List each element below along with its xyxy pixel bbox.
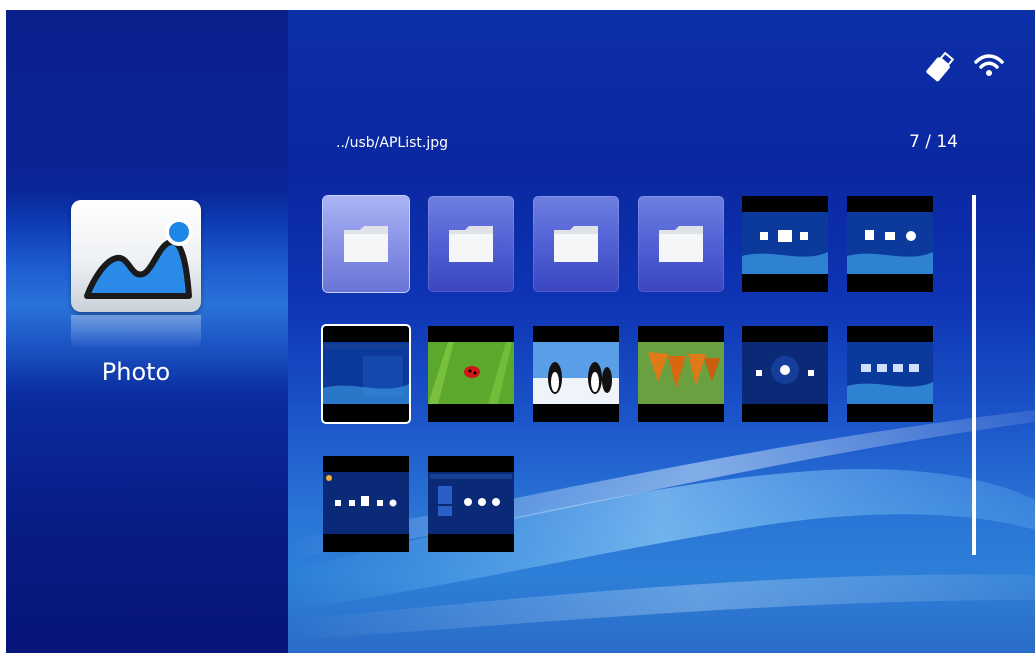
folder-icon — [554, 226, 598, 262]
folder-icon — [449, 226, 493, 262]
folder-tile[interactable] — [428, 196, 514, 292]
wifi-icon — [974, 54, 1004, 76]
image-thumbnail-selected[interactable] — [321, 324, 411, 424]
usb-drive-icon — [926, 52, 955, 82]
image-thumbnail[interactable] — [742, 196, 828, 292]
image-thumbnail[interactable] — [847, 196, 933, 292]
image-thumbnail[interactable] — [428, 326, 514, 422]
thumbnail-image — [847, 342, 933, 404]
folder-icon — [344, 226, 388, 262]
thumbnail-image — [428, 342, 514, 404]
photo-landscape-icon — [84, 218, 193, 299]
folder-icon — [659, 226, 703, 262]
image-thumbnail[interactable] — [428, 456, 514, 552]
status-bar — [915, 50, 1035, 84]
image-thumbnail[interactable] — [742, 326, 828, 422]
media-player-screen: Photo ../usb/APList.jpg 7 / 14 — [6, 10, 1035, 653]
folder-tile[interactable] — [533, 196, 619, 292]
image-thumbnail[interactable] — [847, 326, 933, 422]
thumbnail-image — [428, 472, 514, 534]
image-thumbnail[interactable] — [533, 326, 619, 422]
folder-tile[interactable] — [323, 196, 409, 292]
photo-app-icon — [71, 200, 201, 312]
thumbnail-image — [742, 342, 828, 404]
thumbnail-image — [323, 342, 409, 404]
current-file-path: ../usb/APList.jpg — [336, 135, 448, 151]
thumbnail-image — [533, 342, 619, 404]
thumbnail-image — [742, 212, 828, 274]
thumbnail-image — [847, 212, 933, 274]
image-thumbnail[interactable] — [323, 456, 409, 552]
app-title: Photo — [101, 358, 171, 386]
thumbnail-image — [638, 342, 724, 404]
photo-app-icon-reflection — [71, 315, 201, 349]
image-thumbnail[interactable] — [638, 326, 724, 422]
folder-tile[interactable] — [638, 196, 724, 292]
thumbnail-image — [323, 472, 409, 534]
vertical-scrollbar[interactable] — [972, 195, 976, 555]
file-position-counter: 7 / 14 — [909, 132, 958, 152]
